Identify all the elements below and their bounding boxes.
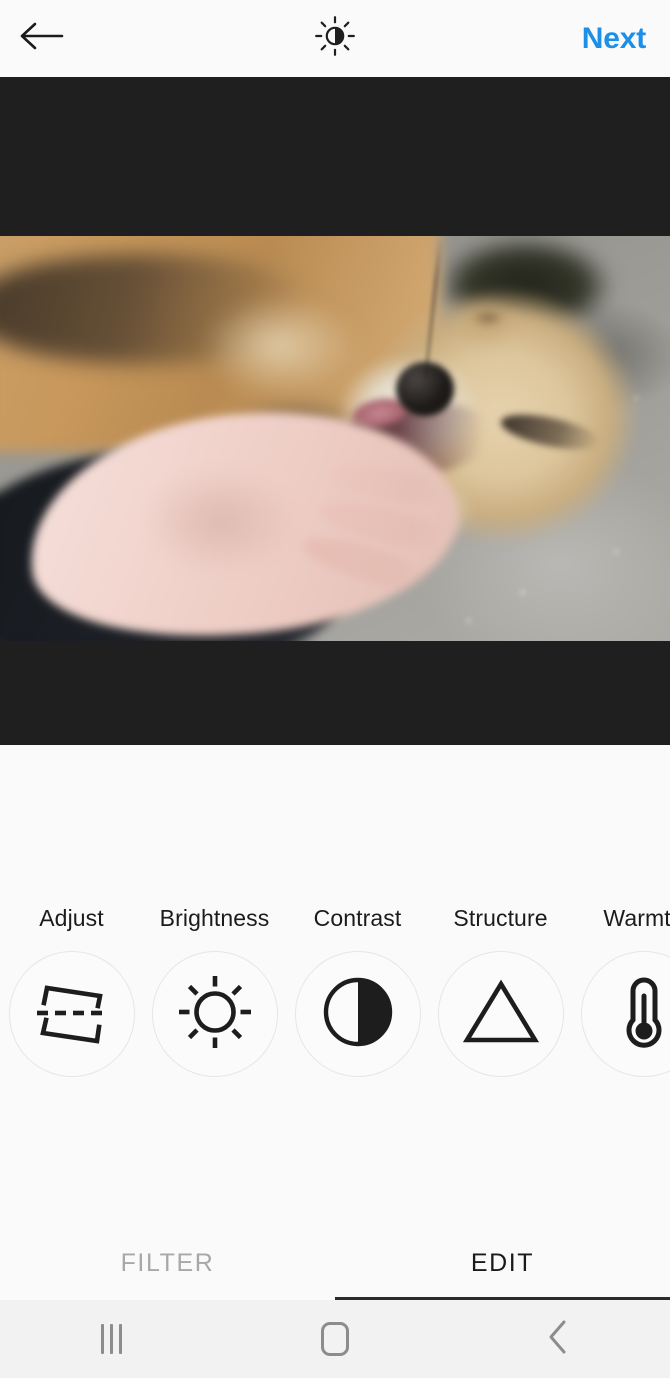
tool-label: Warmth — [603, 905, 670, 931]
triangle-icon — [462, 978, 540, 1051]
recents-icon — [101, 1324, 123, 1354]
nav-recents-button[interactable] — [0, 1324, 223, 1354]
tool-label: Contrast — [313, 905, 402, 931]
tool-brightness[interactable]: Brightness — [143, 905, 286, 1077]
lux-brightness-button[interactable] — [308, 12, 362, 66]
editor-header: Next — [0, 0, 670, 77]
sun-icon — [175, 972, 255, 1057]
tab-filter[interactable]: FILTER — [0, 1232, 335, 1300]
contrast-half-circle-icon — [322, 976, 394, 1053]
back-chevron-icon — [545, 1318, 571, 1361]
tool-label: Adjust — [39, 905, 104, 931]
tool-icon-circle[interactable] — [580, 951, 670, 1077]
tool-adjust[interactable]: Adjust — [0, 905, 143, 1077]
tool-structure[interactable]: Structure — [429, 905, 572, 1077]
photo-preview[interactable] — [0, 236, 670, 641]
tool-label: Structure — [453, 905, 548, 931]
thermometer-icon — [617, 972, 670, 1057]
tool-contrast[interactable]: Contrast — [286, 905, 429, 1077]
photo-stage[interactable] — [0, 77, 670, 745]
nav-home-button[interactable] — [223, 1322, 446, 1356]
photo-layer-palm-shadow — [120, 446, 320, 596]
edit-tools-carousel[interactable]: Adjust Brightness Contrast Structure War… — [0, 905, 670, 1077]
editor-mode-tabs: FILTER EDIT — [0, 1232, 670, 1300]
edit-tools-panel: Adjust Brightness Contrast Structure War… — [0, 745, 670, 1232]
brightness-sun-icon — [313, 14, 357, 63]
instagram-photo-editor-screen: Next Adjust Brightness Contrast Structur… — [0, 0, 670, 1378]
tool-icon-circle[interactable] — [294, 951, 421, 1077]
adjust-rotate-icon — [31, 975, 113, 1054]
tool-icon-circle[interactable] — [437, 951, 564, 1077]
home-icon — [320, 1322, 349, 1356]
arrow-left-icon — [18, 19, 64, 58]
next-button[interactable]: Next — [582, 22, 648, 56]
photo-layer-fox-ear-shadow — [465, 308, 511, 328]
android-navigation-bar — [0, 1300, 670, 1378]
tab-edit[interactable]: EDIT — [335, 1232, 670, 1300]
tool-icon-circle[interactable] — [151, 951, 278, 1077]
tool-icon-circle[interactable] — [8, 951, 135, 1077]
back-button[interactable] — [18, 14, 76, 64]
tool-label: Brightness — [159, 905, 270, 931]
nav-back-button[interactable] — [447, 1318, 670, 1361]
tool-warmth[interactable]: Warmth — [572, 905, 670, 1077]
